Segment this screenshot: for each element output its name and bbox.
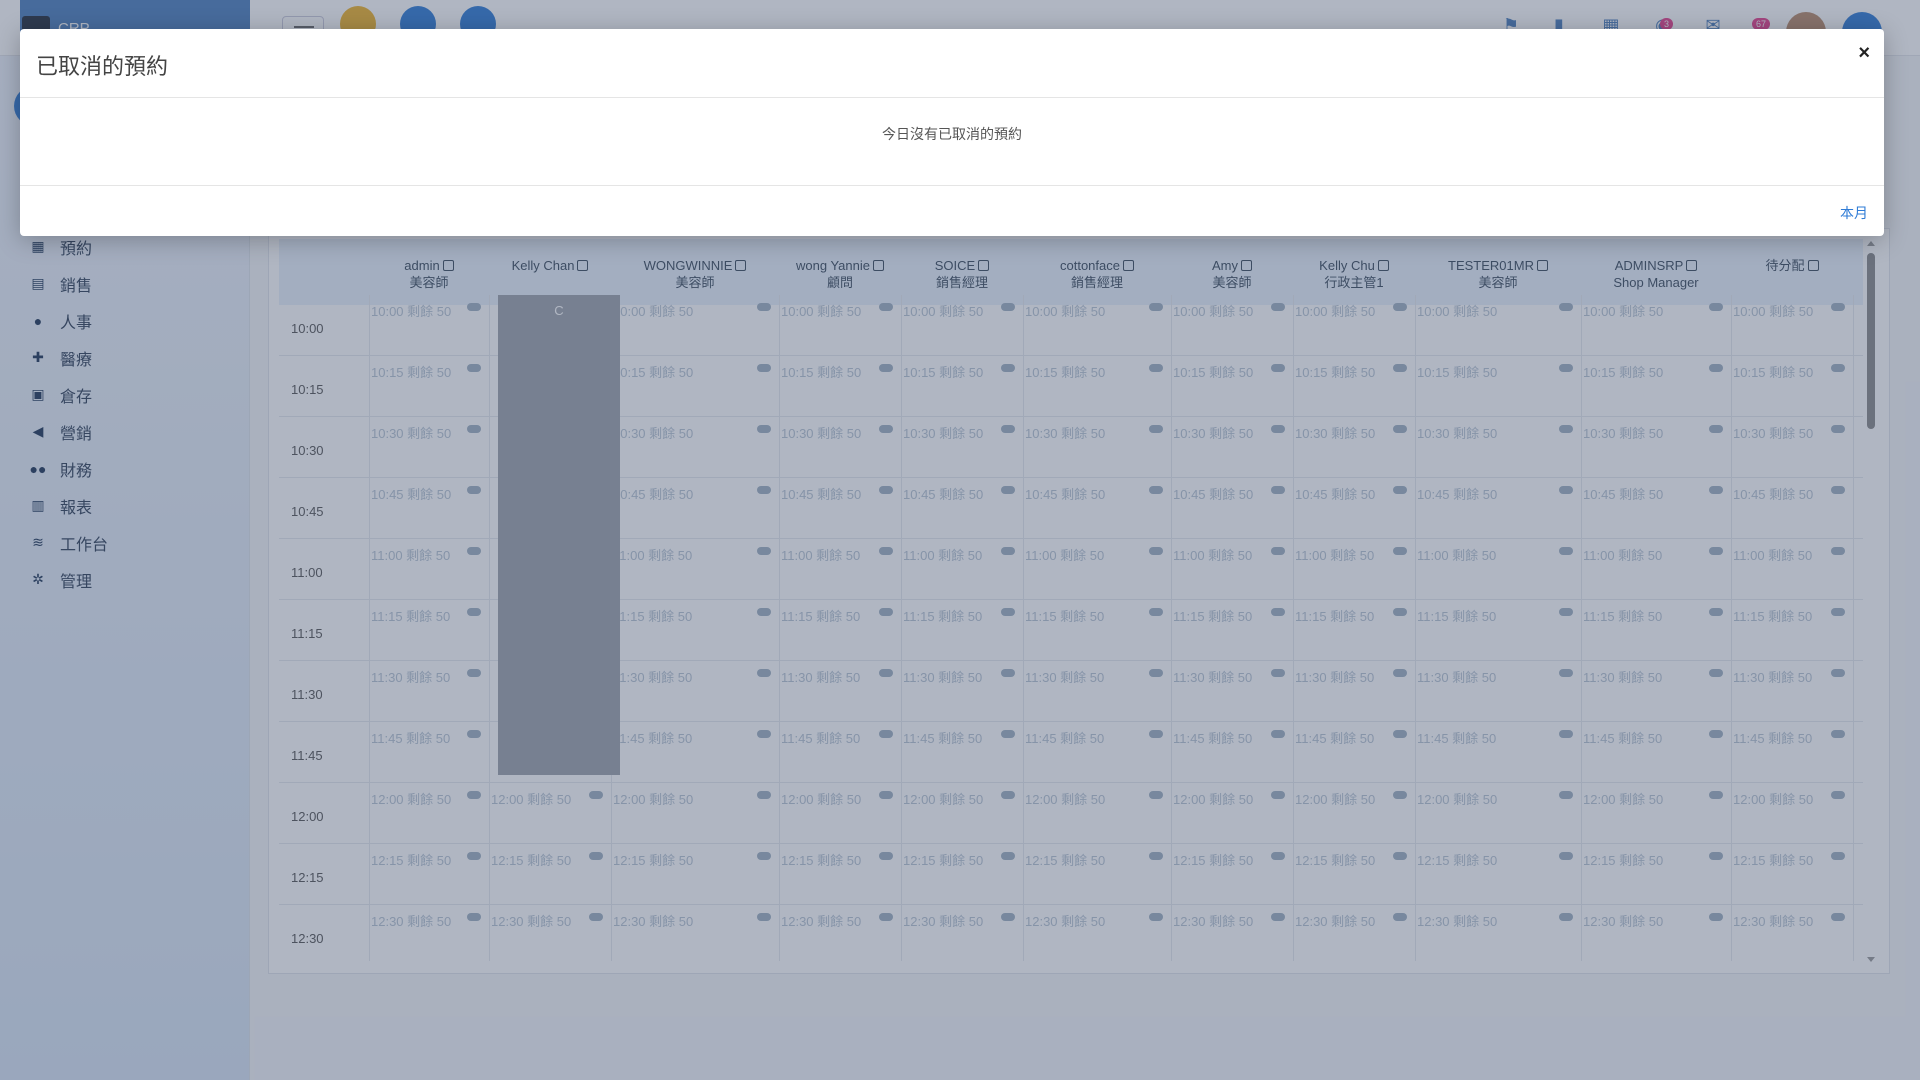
modal-header: 已取消的預約 ×	[20, 29, 1884, 98]
modal-footer: 本月	[20, 186, 1884, 236]
this-month-link[interactable]: 本月	[1840, 203, 1868, 223]
modal-body: 今日沒有已取消的預約	[20, 98, 1884, 186]
empty-message: 今日沒有已取消的預約	[882, 126, 1022, 142]
close-icon[interactable]: ×	[1858, 43, 1870, 63]
modal-title: 已取消的預約	[36, 54, 169, 79]
cancelled-appointments-modal: 已取消的預約 × 今日沒有已取消的預約 本月	[20, 29, 1884, 236]
